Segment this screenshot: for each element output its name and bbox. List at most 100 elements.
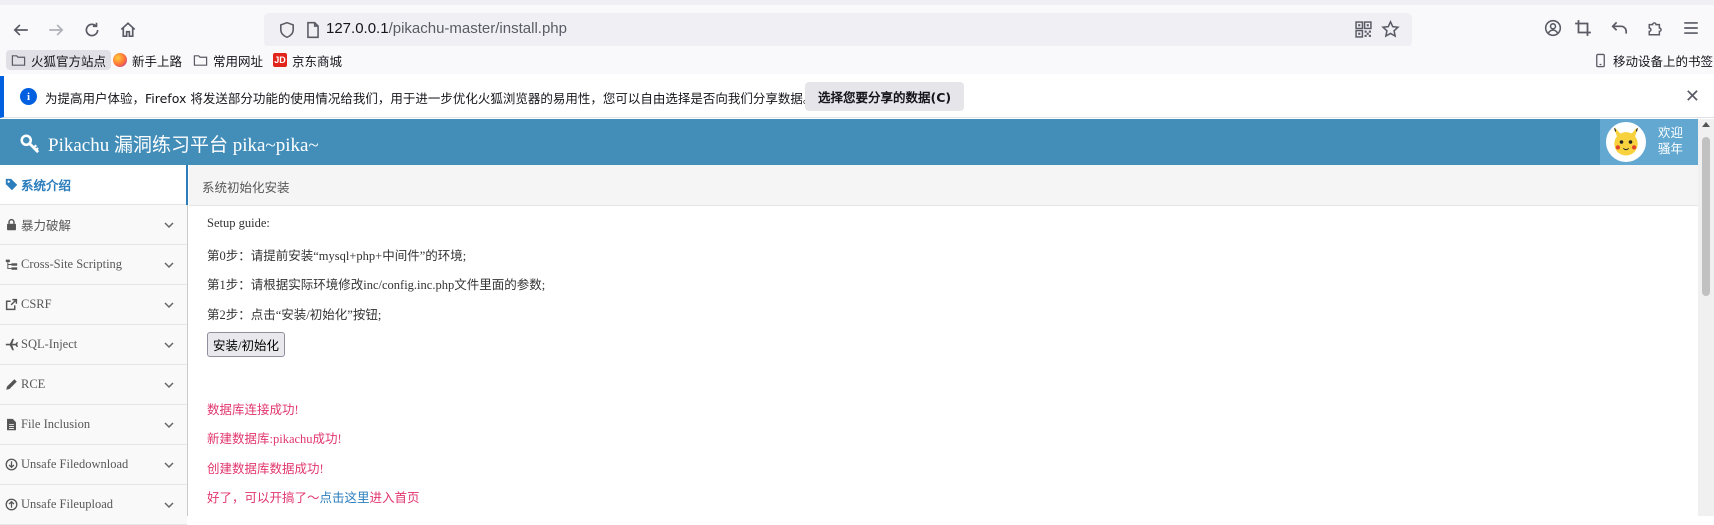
share-icon	[4, 298, 18, 312]
hamburger-menu-icon	[1684, 22, 1698, 34]
tree-icon	[4, 258, 18, 272]
sidebar-item-label: Cross-Site Scripting	[21, 257, 123, 271]
sidebar-item-unsafe-fileupload[interactable]: Unsafe Fileupload	[0, 485, 187, 525]
firefox-icon	[113, 53, 127, 67]
account-button[interactable]	[1542, 17, 1564, 39]
site-title: Pikachu 漏洞练习平台 pika~pika~	[48, 135, 319, 156]
bookmark-item[interactable]: 火狐官方站点	[6, 50, 112, 70]
choose-share-data-button[interactable]: 选择您要分享的数据(C)	[805, 82, 965, 111]
undo-button[interactable]	[1609, 17, 1631, 39]
close-icon[interactable]: ✕	[1685, 86, 1700, 107]
bookmark-item[interactable]: 常用网址	[193, 50, 263, 70]
home-link[interactable]: 点击这里	[320, 491, 370, 505]
chevron-down-icon	[164, 222, 174, 229]
db-data-success: 创建数据库数据成功!	[207, 462, 324, 476]
sidebar-item-label: SQL-Inject	[21, 337, 78, 351]
url-path: /pikachu-master/install.php	[388, 20, 567, 37]
setup-step-1: 第1步：请根据实际环境修改inc/config.inc.php文件里面的参数;	[207, 278, 546, 292]
breadcrumb-current: 系统初始化安装	[202, 180, 290, 195]
bookmark-star-icon[interactable]	[1381, 20, 1400, 39]
user-menu[interactable]: 欢迎 骚年	[1600, 119, 1698, 165]
sidebar-item-label: File Inclusion	[21, 417, 91, 431]
bookmark-label: 新手上路	[132, 53, 183, 69]
mobile-device-icon	[1596, 53, 1605, 67]
bookmark-label: 火狐官方站点	[31, 53, 107, 69]
account-icon	[1544, 19, 1562, 37]
sidebar-item-label: Unsafe Fileupload	[21, 497, 113, 511]
sidebar-item-brute-force[interactable]: 暴力破解	[0, 205, 187, 245]
info-icon: i	[20, 88, 37, 105]
key-icon	[20, 134, 40, 153]
pencil-icon	[4, 378, 18, 392]
pikachu-avatar-icon	[1613, 125, 1639, 156]
install-init-button[interactable]: 安装/初始化	[207, 332, 285, 357]
download-icon	[4, 458, 18, 472]
arrow-left-icon	[13, 24, 28, 36]
sidebar-item-label: Unsafe Filedownload	[21, 457, 129, 471]
page-scrollbar[interactable]	[1698, 119, 1714, 516]
setup-step-2: 第2步：点击“安装/初始化”按钮;	[207, 308, 382, 322]
screenshot-button[interactable]	[1572, 17, 1594, 39]
ready-message-suffix: 进入首页	[369, 491, 420, 505]
menu-button[interactable]	[1680, 17, 1702, 39]
bookmark-label: 常用网址	[213, 53, 264, 69]
site-header: Pikachu 漏洞练习平台 pika~pika~ 欢迎 骚年	[0, 119, 1698, 165]
extensions-button[interactable]	[1645, 17, 1667, 39]
address-bar[interactable]: 127.0.0.1/pikachu-master/install.php	[264, 13, 1412, 47]
plane-icon	[4, 338, 18, 352]
browser-toolbar: 127.0.0.1/pikachu-master/install.php	[0, 0, 1714, 47]
bookmark-item[interactable]: JD 京东商城	[273, 50, 342, 70]
forward-button[interactable]	[41, 15, 71, 45]
ready-message-prefix: 好了，可以开搞了～	[207, 491, 320, 505]
tag-icon	[4, 178, 18, 192]
breadcrumb: 系统初始化安装	[189, 165, 1698, 206]
qr-code-icon[interactable]	[1355, 21, 1372, 38]
home-button[interactable]	[113, 15, 143, 45]
notification-message: 为提高用户体验，Firefox 将发送部分功能的使用情况给我们，用于进一步优化火…	[45, 91, 816, 106]
home-icon	[120, 22, 136, 38]
sidebar-item-rce[interactable]: RCE	[0, 365, 187, 405]
bookmarks-toolbar: 火狐官方站点 新手上路 常用网址 JD 京东商城 移动设备上的书签	[0, 46, 1714, 74]
mobile-bookmarks-label: 移动设备上的书签	[1613, 53, 1714, 69]
sidebar: 系统介绍 暴力破解 Cross-Site Scripting CSRF SQL-…	[0, 165, 188, 525]
sidebar-item-label: RCE	[21, 377, 46, 391]
url-text[interactable]: 127.0.0.1/pikachu-master/install.php	[326, 20, 567, 37]
chevron-down-icon	[164, 342, 174, 349]
bookmark-item[interactable]: 新手上路	[113, 50, 182, 70]
reload-button[interactable]	[77, 15, 107, 45]
undo-icon	[1611, 21, 1628, 34]
ready-message: 好了，可以开搞了～点击这里进入首页	[207, 487, 420, 506]
chevron-down-icon	[164, 422, 174, 429]
upload-icon	[4, 498, 18, 512]
sidebar-item-sql-inject[interactable]: SQL-Inject	[0, 325, 187, 365]
file-icon	[4, 418, 18, 432]
crop-icon	[1575, 20, 1591, 36]
mobile-bookmarks[interactable]: 移动设备上的书签	[1593, 50, 1713, 70]
sidebar-item-label: 暴力破解	[21, 219, 72, 233]
sidebar-item-unsafe-filedownload[interactable]: Unsafe Filedownload	[0, 445, 187, 485]
db-create-success: 新建数据库:pikachu成功!	[207, 432, 342, 446]
sidebar-item-file-inclusion[interactable]: File Inclusion	[0, 405, 187, 445]
chevron-down-icon	[164, 382, 174, 389]
welcome-text: 欢迎 骚年	[1658, 125, 1683, 157]
back-button[interactable]	[6, 15, 36, 45]
scrollbar-thumb[interactable]	[1702, 137, 1710, 296]
lock-icon	[4, 218, 18, 232]
puzzle-icon	[1648, 22, 1662, 36]
scroll-up-arrow-icon[interactable]	[1702, 122, 1710, 127]
bookmark-label: 京东商城	[292, 53, 343, 69]
sidebar-item-csrf[interactable]: CSRF	[0, 285, 187, 325]
username: 骚年	[1658, 141, 1684, 156]
shield-icon[interactable]	[278, 21, 296, 39]
sidebar-item-xss[interactable]: Cross-Site Scripting	[0, 245, 187, 285]
url-host: 127.0.0.1	[326, 20, 389, 37]
avatar	[1606, 122, 1646, 162]
setup-guide-title: Setup guide:	[207, 216, 270, 230]
sidebar-item-system-intro[interactable]: 系统介绍	[0, 165, 188, 205]
telemetry-notification: i 为提高用户体验，Firefox 将发送部分功能的使用情况给我们，用于进一步优…	[0, 76, 1714, 118]
reload-icon	[85, 22, 99, 37]
site-brand[interactable]: Pikachu 漏洞练习平台 pika~pika~	[20, 130, 319, 157]
page-info-icon[interactable]	[304, 21, 322, 39]
folder-icon	[11, 54, 26, 66]
sidebar-item-label: 系统介绍	[21, 179, 72, 193]
